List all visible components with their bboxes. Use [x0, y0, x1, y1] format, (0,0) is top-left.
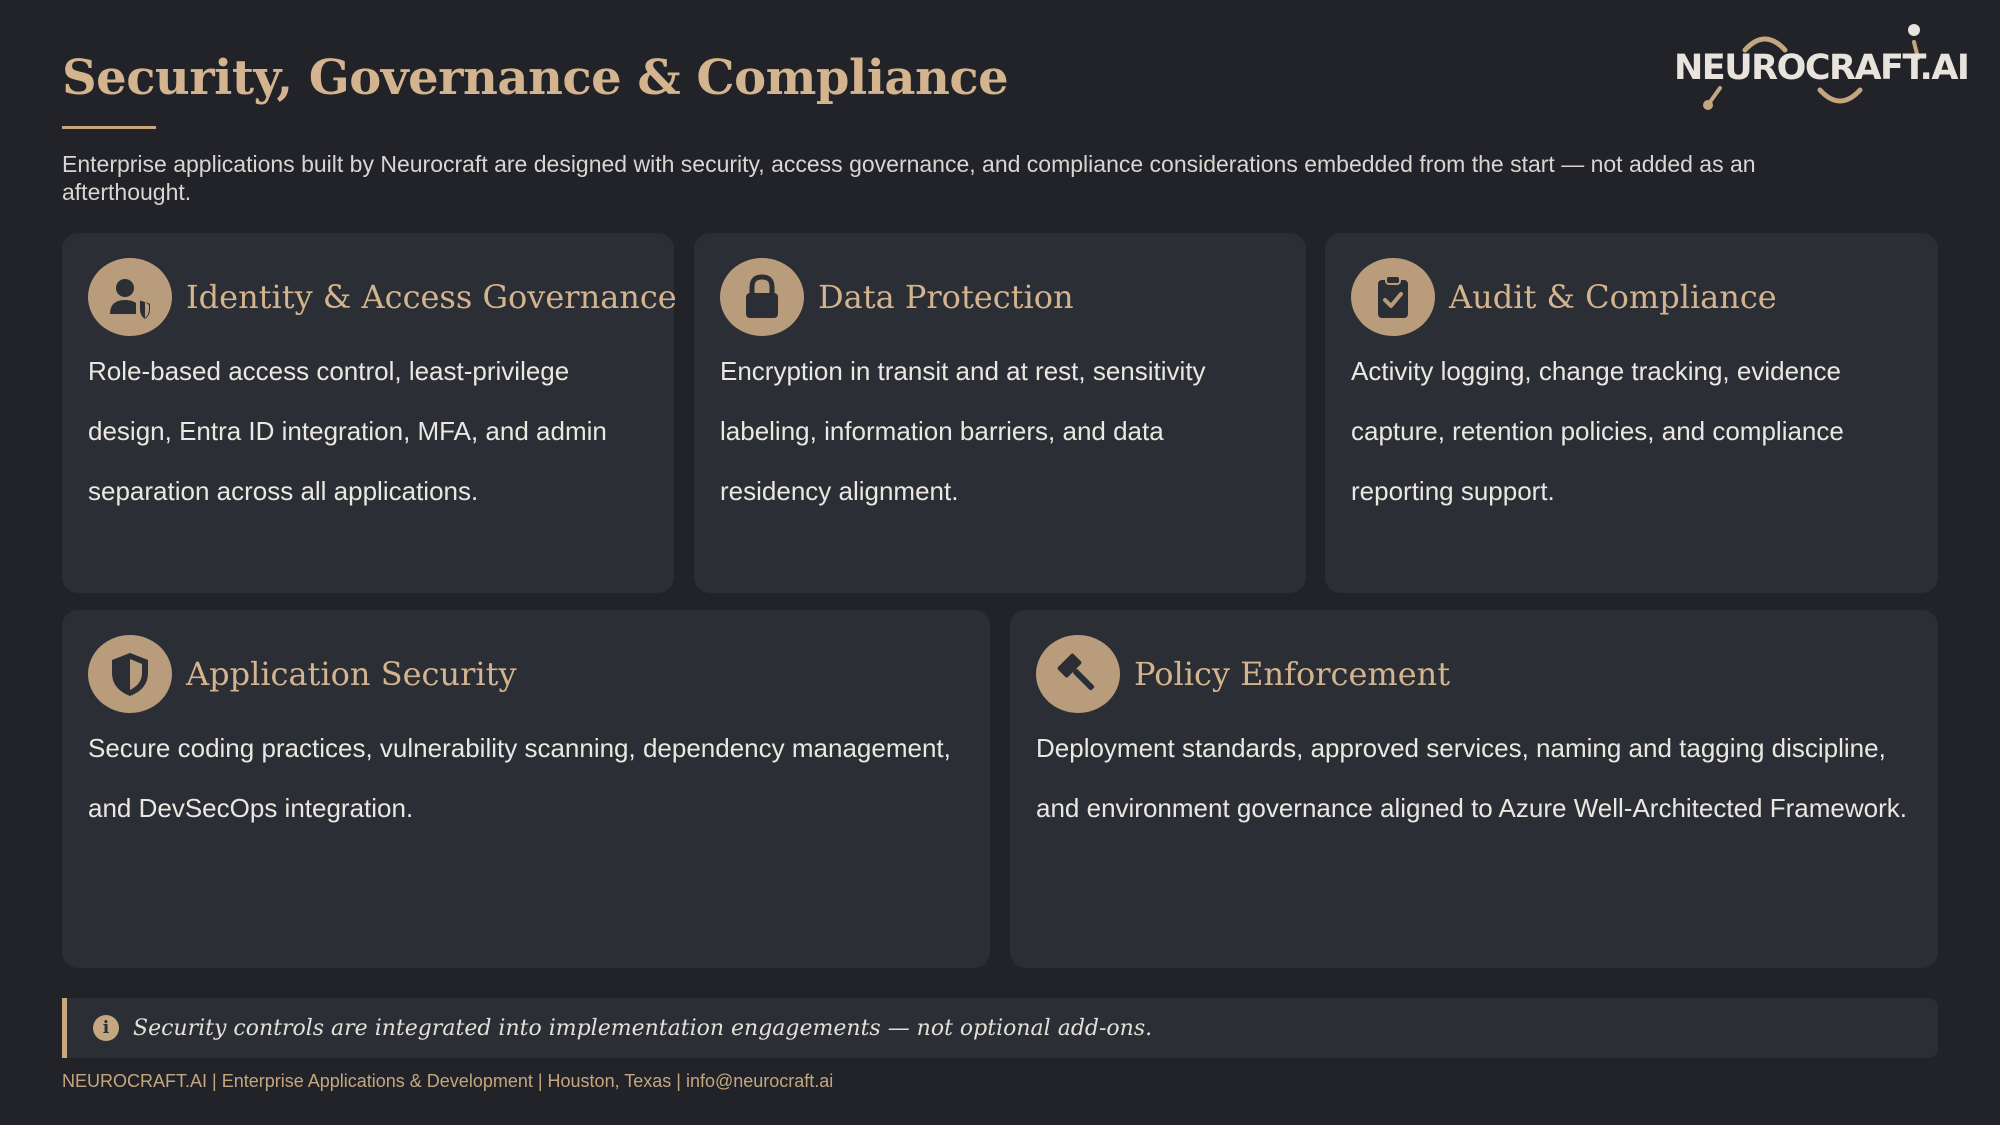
card-description: Encryption in transit and at rest, sensi… — [720, 356, 1206, 506]
page-title: Security, Governance & Compliance — [62, 50, 1009, 106]
card-description: Activity logging, change tracking, evide… — [1351, 356, 1844, 506]
callout-text: Security controls are integrated into im… — [133, 1015, 1153, 1041]
card-title: Identity & Access Governance — [186, 278, 677, 316]
page-subtitle: Enterprise applications built by Neurocr… — [62, 151, 1756, 205]
lock-icon — [720, 258, 804, 336]
card-identity-access-governance: Identity & Access Governance Role-based … — [62, 233, 677, 593]
brand-logo: NEUROCRAFT.AI — [1660, 20, 1970, 120]
shield-icon — [88, 635, 172, 713]
gavel-icon — [1036, 635, 1120, 713]
card-application-security: Application Security Secure coding pract… — [62, 610, 990, 968]
card-title: Application Security — [186, 655, 517, 693]
clipboard-check-icon — [1351, 258, 1435, 336]
callout-note: i Security controls are integrated into … — [62, 998, 1938, 1058]
card-title: Audit & Compliance — [1449, 278, 1777, 316]
card-title: Data Protection — [818, 278, 1074, 316]
card-policy-enforcement: Policy Enforcement Deployment standards,… — [1010, 610, 1938, 968]
info-icon: i — [93, 1015, 119, 1041]
card-description: Secure coding practices, vulnerability s… — [88, 733, 951, 823]
card-description: Role-based access control, least-privile… — [88, 356, 607, 506]
card-title: Policy Enforcement — [1134, 655, 1451, 693]
title-underline — [62, 126, 156, 129]
card-description: Deployment standards, approved services,… — [1036, 733, 1907, 823]
card-data-protection: Data Protection Encryption in transit an… — [694, 233, 1306, 593]
user-shield-icon — [88, 258, 172, 336]
card-audit-compliance: Audit & Compliance Activity logging, cha… — [1325, 233, 1938, 593]
logo-text: NEUROCRAFT.AI — [1674, 48, 1970, 88]
footer-text: NEUROCRAFT.AI | Enterprise Applications … — [62, 1071, 834, 1091]
